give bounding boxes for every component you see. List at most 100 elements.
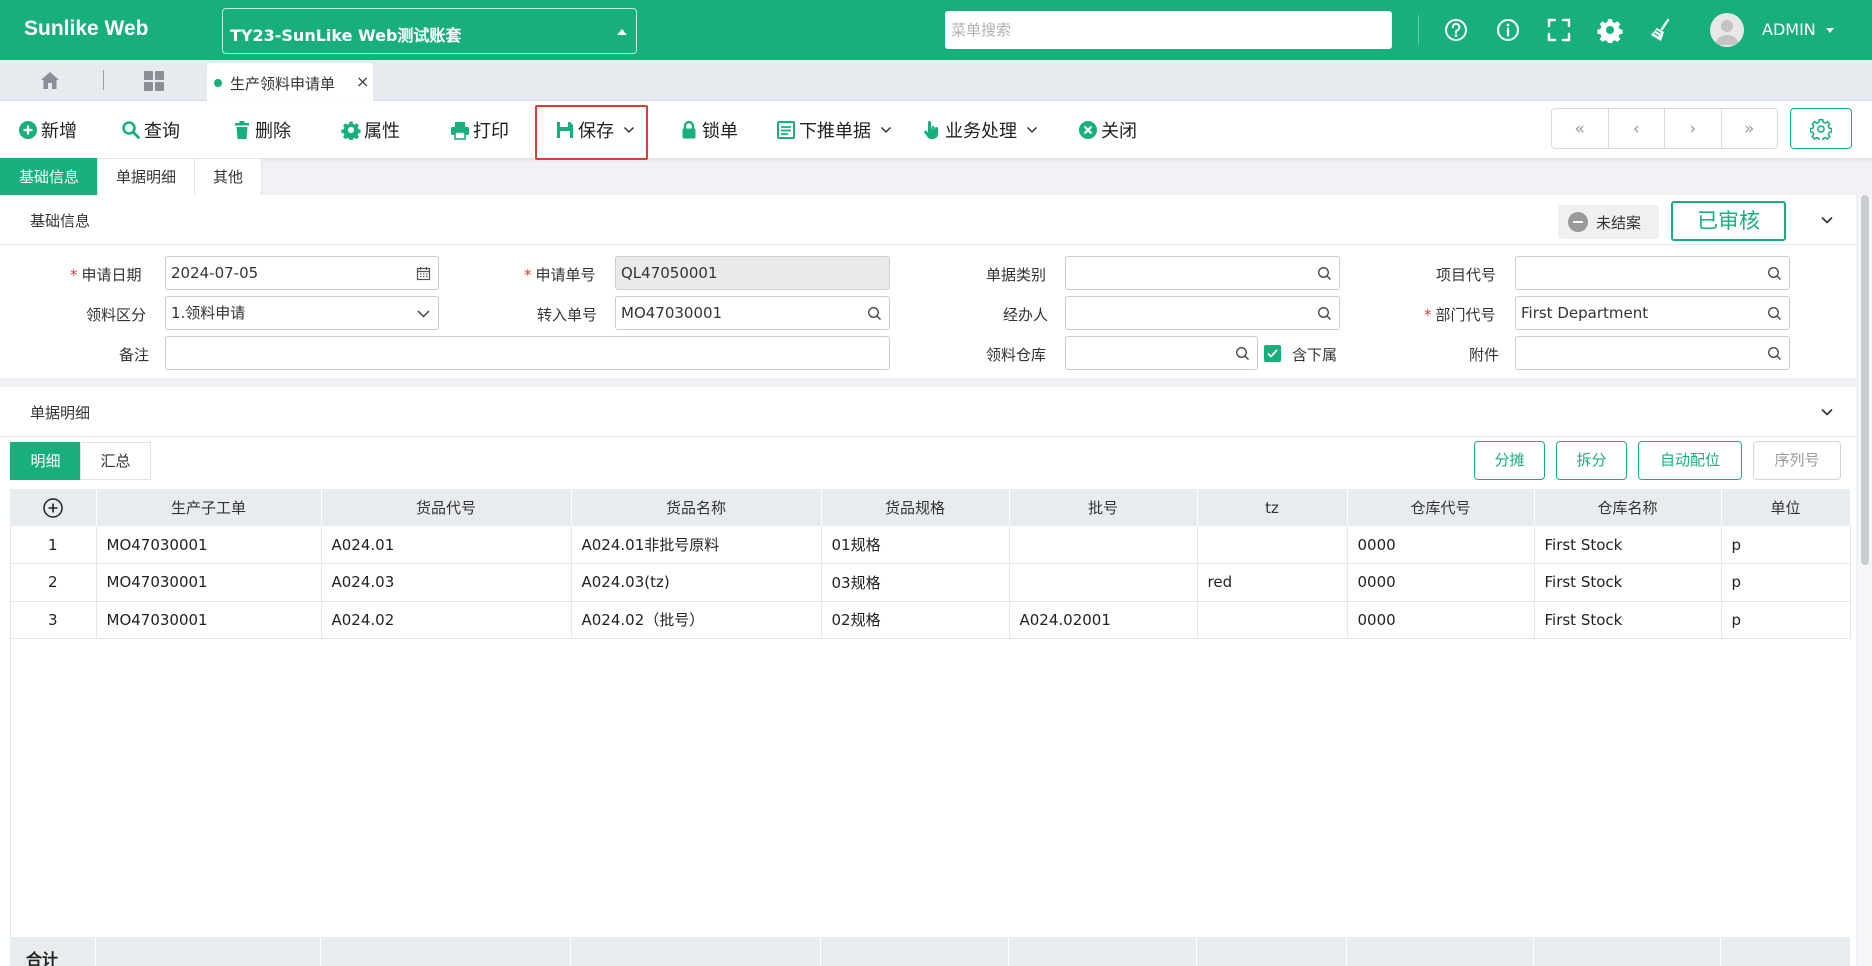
tab-summary[interactable]: 汇总 bbox=[80, 442, 151, 480]
help-icon[interactable] bbox=[1443, 17, 1469, 43]
account-selector[interactable]: TY23-SunLike Web测试账套 bbox=[222, 8, 637, 54]
table-cell[interactable]: A024.02001 bbox=[1009, 601, 1198, 639]
delete-button[interactable]: 删除 bbox=[232, 115, 291, 145]
info-icon[interactable] bbox=[1495, 17, 1521, 43]
column-header[interactable]: 货品名称 bbox=[571, 489, 822, 526]
search-icon[interactable] bbox=[1767, 266, 1782, 281]
previous-record-button[interactable]: ‹ bbox=[1609, 109, 1665, 148]
tab-other[interactable]: 其他 bbox=[194, 158, 263, 195]
table-cell[interactable]: 0000 bbox=[1347, 601, 1535, 639]
next-record-button[interactable]: › bbox=[1665, 109, 1722, 148]
include-sub-checkbox[interactable] bbox=[1264, 345, 1281, 362]
table-cell[interactable]: p bbox=[1721, 526, 1851, 564]
table-cell[interactable]: MO47030001 bbox=[96, 601, 322, 639]
split-button[interactable]: 拆分 bbox=[1556, 441, 1627, 480]
table-cell[interactable]: A024.03(tz) bbox=[571, 563, 822, 602]
brand-logo[interactable]: Sunlike Web bbox=[24, 17, 148, 41]
column-header[interactable]: 货品规格 bbox=[821, 489, 1010, 526]
table-cell[interactable]: A024.01 bbox=[321, 526, 572, 564]
table-cell[interactable]: p bbox=[1721, 601, 1851, 639]
push-document-button[interactable]: 下推单据 bbox=[776, 115, 892, 145]
close-button[interactable]: 关闭 bbox=[1078, 115, 1137, 145]
attachment-field[interactable] bbox=[1515, 336, 1790, 370]
print-button[interactable]: 打印 bbox=[450, 115, 509, 145]
search-icon[interactable] bbox=[1317, 306, 1332, 321]
username[interactable]: ADMIN bbox=[1762, 20, 1816, 39]
avatar[interactable] bbox=[1710, 13, 1744, 47]
lock-button[interactable]: 锁单 bbox=[679, 115, 738, 145]
project-field[interactable] bbox=[1515, 256, 1790, 290]
table-cell[interactable]: First Stock bbox=[1534, 601, 1722, 639]
column-header[interactable]: 货品代号 bbox=[321, 489, 572, 526]
transfer-no-field[interactable]: MO47030001 bbox=[615, 296, 890, 330]
search-icon[interactable] bbox=[867, 306, 882, 321]
table-row[interactable]: 2 MO47030001 A024.03 A024.03(tz) 03规格 re… bbox=[10, 563, 1851, 602]
table-cell[interactable] bbox=[1009, 563, 1198, 602]
table-cell[interactable]: A024.03 bbox=[321, 563, 572, 602]
column-header[interactable]: tz bbox=[1197, 489, 1348, 526]
properties-button[interactable]: 属性 bbox=[341, 115, 400, 145]
close-icon[interactable]: × bbox=[356, 72, 369, 91]
home-icon[interactable] bbox=[38, 69, 62, 93]
page-settings-button[interactable] bbox=[1790, 108, 1852, 149]
table-row[interactable]: 1 MO47030001 A024.01 A024.01非批号原料 01规格 0… bbox=[10, 526, 1851, 564]
scrollbar-thumb[interactable] bbox=[1861, 195, 1869, 565]
chevron-down-icon[interactable] bbox=[416, 306, 431, 321]
tab-basic-info[interactable]: 基础信息 bbox=[0, 158, 99, 195]
remark-field[interactable] bbox=[165, 336, 890, 370]
table-cell[interactable]: 02规格 bbox=[821, 601, 1010, 639]
column-header[interactable]: 批号 bbox=[1009, 489, 1198, 526]
tab-detail[interactable]: 明细 bbox=[10, 442, 81, 480]
doc-type-field[interactable] bbox=[1065, 256, 1340, 290]
table-cell[interactable]: 0000 bbox=[1347, 526, 1535, 564]
dept-field[interactable]: First Department bbox=[1515, 296, 1790, 330]
column-header[interactable]: 生产子工单 bbox=[96, 489, 322, 526]
add-row-header[interactable] bbox=[10, 489, 97, 526]
column-header[interactable]: 仓库名称 bbox=[1534, 489, 1722, 526]
allocate-button[interactable]: 分摊 bbox=[1474, 441, 1545, 480]
handler-field[interactable] bbox=[1065, 296, 1340, 330]
table-cell[interactable] bbox=[1197, 526, 1348, 564]
table-cell[interactable]: MO47030001 bbox=[96, 526, 322, 564]
broom-clean-icon[interactable] bbox=[1648, 17, 1674, 43]
table-cell[interactable]: First Stock bbox=[1534, 526, 1722, 564]
table-cell[interactable] bbox=[1197, 601, 1348, 639]
table-cell[interactable]: 01规格 bbox=[821, 526, 1010, 564]
settings-gear-icon[interactable] bbox=[1597, 17, 1623, 43]
search-icon[interactable] bbox=[1235, 346, 1250, 361]
tab-production-picking-request[interactable]: 生产领料申请单 × bbox=[207, 63, 373, 101]
first-record-button[interactable]: « bbox=[1552, 109, 1609, 148]
table-cell[interactable]: A024.01非批号原料 bbox=[571, 526, 822, 564]
column-header[interactable]: 仓库代号 bbox=[1347, 489, 1535, 526]
table-row[interactable]: 3 MO47030001 A024.02 A024.02（批号） 02规格 A0… bbox=[10, 601, 1851, 639]
table-cell[interactable]: First Stock bbox=[1534, 563, 1722, 602]
search-icon[interactable] bbox=[1767, 346, 1782, 361]
search-icon[interactable] bbox=[1767, 306, 1782, 321]
chevron-down-icon[interactable] bbox=[1826, 28, 1834, 33]
table-cell[interactable]: A024.02 bbox=[321, 601, 572, 639]
column-header[interactable]: 单位 bbox=[1721, 489, 1851, 526]
table-cell[interactable] bbox=[1009, 526, 1198, 564]
search-icon[interactable] bbox=[1317, 266, 1332, 281]
table-cell[interactable]: MO47030001 bbox=[96, 563, 322, 602]
menu-search-input[interactable] bbox=[945, 11, 1392, 49]
apply-date-field[interactable]: 2024-07-05 bbox=[165, 256, 439, 290]
tab-document-detail[interactable]: 单据明细 bbox=[97, 158, 196, 195]
table-cell[interactable]: A024.02（批号） bbox=[571, 601, 822, 639]
fullscreen-icon[interactable] bbox=[1546, 17, 1572, 43]
table-cell[interactable]: 0000 bbox=[1347, 563, 1535, 602]
new-button[interactable]: 新增 bbox=[18, 115, 77, 145]
query-button[interactable]: 查询 bbox=[121, 115, 180, 145]
last-record-button[interactable]: » bbox=[1722, 109, 1778, 148]
business-process-button[interactable]: 业务处理 bbox=[922, 115, 1038, 145]
grid-icon[interactable] bbox=[142, 69, 166, 93]
table-cell[interactable]: 03规格 bbox=[821, 563, 1010, 602]
table-cell[interactable]: red bbox=[1197, 563, 1348, 602]
chevron-down-icon[interactable] bbox=[1820, 405, 1834, 419]
table-cell[interactable]: p bbox=[1721, 563, 1851, 602]
chevron-down-icon[interactable] bbox=[1820, 213, 1834, 227]
warehouse-field[interactable] bbox=[1065, 336, 1258, 370]
calendar-icon[interactable] bbox=[416, 266, 431, 281]
auto-position-button[interactable]: 自动配位 bbox=[1638, 441, 1742, 480]
plus-circle-icon[interactable] bbox=[42, 497, 64, 519]
